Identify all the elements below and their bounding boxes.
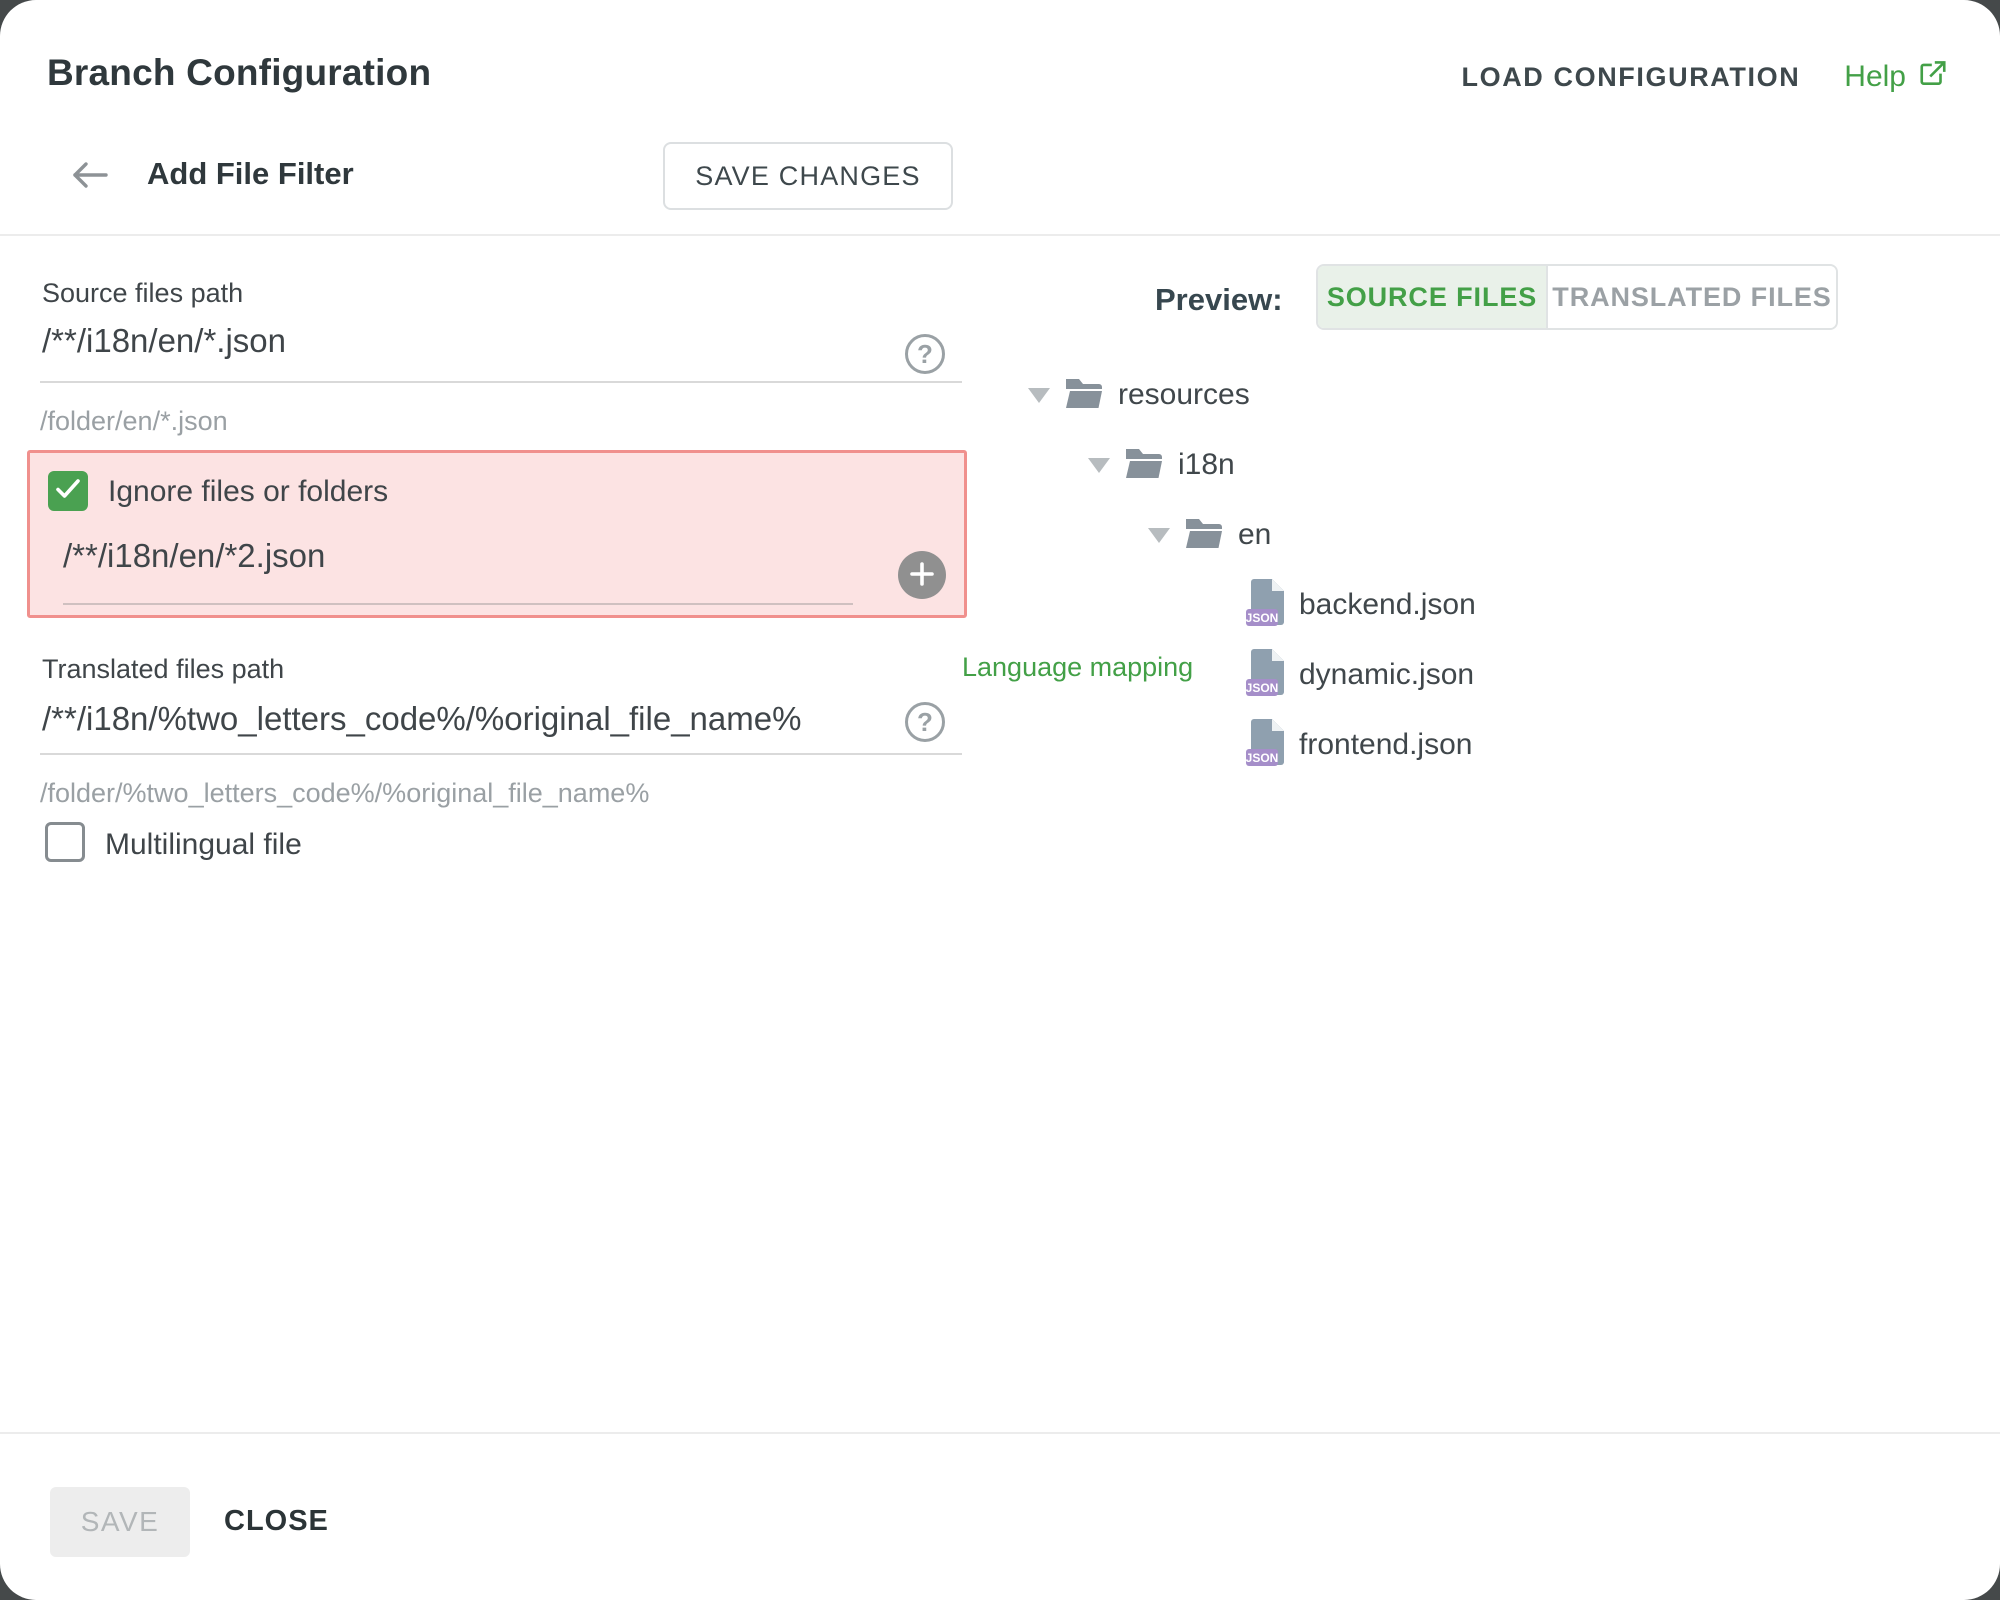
preview-mode-toggle: SOURCE FILES TRANSLATED FILES bbox=[1316, 264, 1838, 330]
source-help-icon[interactable]: ? bbox=[905, 334, 945, 374]
section-title: Add File Filter bbox=[147, 156, 354, 192]
ignore-input-underline bbox=[63, 603, 853, 605]
tab-translated-files[interactable]: TRANSLATED FILES bbox=[1546, 266, 1836, 328]
tree-file-row[interactable]: JSON frontend.json bbox=[1010, 710, 1870, 780]
external-link-icon bbox=[1918, 58, 1948, 96]
source-files-path-input[interactable]: /**/i18n/en/*.json bbox=[42, 322, 286, 360]
folder-icon bbox=[1064, 377, 1104, 414]
folder-icon bbox=[1124, 447, 1164, 484]
translated-files-path-label: Translated files path bbox=[42, 654, 284, 685]
translated-helper-text: /folder/%two_letters_code%/%original_fil… bbox=[40, 778, 649, 809]
folder-icon bbox=[1184, 517, 1224, 554]
translated-input-underline bbox=[40, 753, 962, 755]
save-button[interactable]: SAVE bbox=[50, 1487, 190, 1557]
help-link-label: Help bbox=[1844, 60, 1906, 94]
json-file-icon: JSON bbox=[1245, 648, 1287, 703]
svg-text:JSON: JSON bbox=[1246, 751, 1279, 765]
add-ignore-pattern-button[interactable] bbox=[898, 551, 946, 599]
expander-arrow-icon[interactable] bbox=[1088, 458, 1110, 473]
tree-folder-row[interactable]: i18n bbox=[1010, 430, 1870, 500]
tree-item-name: frontend.json bbox=[1299, 728, 1472, 762]
ignore-pattern-input[interactable]: /**/i18n/en/*2.json bbox=[63, 537, 325, 575]
json-file-icon: JSON bbox=[1245, 578, 1287, 633]
source-files-path-label: Source files path bbox=[42, 278, 243, 309]
source-input-underline bbox=[40, 381, 962, 383]
help-link[interactable]: Help bbox=[1844, 58, 1948, 96]
preview-label: Preview: bbox=[1155, 282, 1283, 318]
page-title: Branch Configuration bbox=[47, 52, 431, 94]
tab-source-files[interactable]: SOURCE FILES bbox=[1318, 266, 1546, 328]
back-arrow-icon bbox=[71, 178, 109, 193]
tree-file-row[interactable]: JSON dynamic.json bbox=[1010, 640, 1870, 710]
branch-configuration-dialog: Branch Configuration LOAD CONFIGURATION … bbox=[0, 0, 2000, 1600]
save-changes-button[interactable]: SAVE CHANGES bbox=[663, 142, 953, 210]
expander-arrow-icon[interactable] bbox=[1148, 528, 1170, 543]
tree-folder-row[interactable]: en bbox=[1010, 500, 1870, 570]
ignore-files-label: Ignore files or folders bbox=[108, 475, 388, 509]
file-tree: resources i18n en JSON backend.json JSON dynam… bbox=[1010, 360, 1870, 780]
load-configuration-button[interactable]: LOAD CONFIGURATION bbox=[1462, 62, 1801, 93]
tree-folder-row[interactable]: resources bbox=[1010, 360, 1870, 430]
header-divider bbox=[0, 234, 2000, 236]
tree-item-name: resources bbox=[1118, 378, 1250, 412]
json-file-icon: JSON bbox=[1245, 718, 1287, 773]
checkmark-icon bbox=[55, 478, 81, 505]
footer-divider bbox=[0, 1432, 2000, 1434]
ignore-files-checkbox[interactable] bbox=[48, 471, 88, 511]
close-button[interactable]: CLOSE bbox=[224, 1505, 329, 1538]
multilingual-file-label: Multilingual file bbox=[105, 828, 302, 862]
tree-item-name: dynamic.json bbox=[1299, 658, 1474, 692]
tree-file-row[interactable]: JSON backend.json bbox=[1010, 570, 1870, 640]
svg-text:JSON: JSON bbox=[1246, 681, 1279, 695]
multilingual-file-checkbox[interactable] bbox=[45, 822, 85, 862]
header-actions: LOAD CONFIGURATION Help bbox=[1462, 58, 1948, 96]
expander-arrow-icon[interactable] bbox=[1028, 388, 1050, 403]
ignore-files-highlight-box: Ignore files or folders /**/i18n/en/*2.j… bbox=[27, 450, 967, 618]
tree-item-name: en bbox=[1238, 518, 1271, 552]
translated-files-path-input[interactable]: /**/i18n/%two_letters_code%/%original_fi… bbox=[42, 700, 801, 738]
plus-icon bbox=[909, 561, 935, 590]
svg-text:JSON: JSON bbox=[1246, 611, 1279, 625]
tree-item-name: backend.json bbox=[1299, 588, 1476, 622]
back-button[interactable] bbox=[70, 160, 110, 192]
translated-help-icon[interactable]: ? bbox=[905, 702, 945, 742]
source-helper-text: /folder/en/*.json bbox=[40, 406, 228, 437]
tree-item-name: i18n bbox=[1178, 448, 1235, 482]
